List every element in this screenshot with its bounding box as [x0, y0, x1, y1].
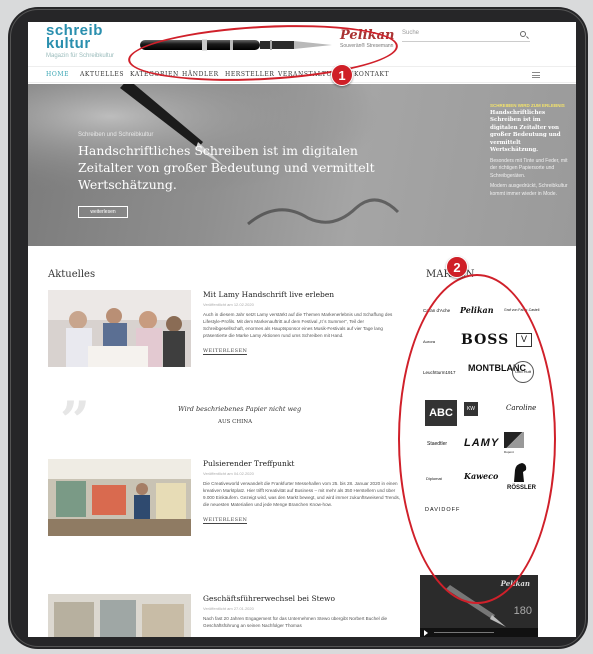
logo-tagline: Magazin für Schreibkultur [46, 53, 115, 59]
hero-side-title: SCHREIBEN WIRD ZUM ERLEBNIS [490, 103, 565, 108]
brand-logo-boss[interactable]: BOSS [461, 332, 509, 348]
search-placeholder: Suche [402, 30, 420, 36]
brand-logo-lamy[interactable]: LAMY [464, 437, 499, 449]
brand-logo-pelikan[interactable]: Pelikan [460, 305, 494, 315]
hero-title: Handschriftliches Schreiben ist im digit… [78, 143, 375, 192]
brand-logo-staedtler[interactable]: Staedtler [427, 441, 447, 447]
pelikan-brand-sub: Souverän® Stresemann [340, 43, 394, 49]
brand-logo-aurora[interactable]: Aurora [423, 339, 435, 344]
hero-side-text: Besonders mit Tinte und Feder, mit der r… [490, 157, 568, 179]
brand-logo-visconti-icon[interactable]: V [516, 333, 532, 347]
brand-logo-dupont[interactable]: Dupont [504, 450, 514, 454]
quote-source: AUS CHINA [218, 419, 253, 425]
annotation-badge-2: 2 [446, 256, 468, 278]
brand-logo-carandache[interactable]: Caran d'Ache [423, 308, 450, 313]
article-thumbnail[interactable] [48, 459, 191, 536]
article-date: Veröffentlicht am 12.02.2020 [203, 302, 254, 307]
article-thumbnail[interactable] [48, 594, 191, 637]
brand-logo-caroline[interactable]: Caroline [506, 404, 536, 412]
brand-logo-otto-hutt[interactable]: Otto Hutt [512, 361, 534, 383]
news-section-title: Aktuelles [48, 269, 96, 280]
brand-logo-kw[interactable]: KW [464, 402, 478, 416]
article-body: Geschäftsführerwechsel bei Stewo Veröffe… [203, 594, 403, 629]
pelikan-brand-logo[interactable]: Pelikan Souverän® Stresemann [340, 28, 394, 49]
article-title[interactable]: Geschäftsführerwechsel bei Stewo [203, 594, 403, 603]
fountain-pen-banner-image[interactable] [140, 36, 340, 54]
article-excerpt: Auch in diesem Jahr setzt Lamy verstärkt… [203, 312, 393, 338]
article-title[interactable]: Pulsierender Treffpunkt [203, 459, 403, 468]
main-navigation: HOME AKTUELLES KATEGORIEN HÄNDLER HERSTE… [28, 66, 576, 83]
site-logo[interactable]: schreib kultur Magazin für Schreibkultur [46, 23, 115, 63]
read-more-link[interactable]: WEITERLESEN [203, 517, 248, 524]
article-title[interactable]: Mit Lamy Handschrift live erleben [203, 290, 403, 299]
video-overlay-number: 180 [513, 605, 532, 617]
quote-block: ” Wird beschriebenes Papier nicht weg AU… [48, 391, 388, 452]
article-date: Veröffentlicht am 04.02.2020 [203, 471, 254, 476]
search-input[interactable]: Suche [402, 30, 530, 42]
video-brand: Pelikan [500, 579, 530, 588]
article-body: Mit Lamy Handschrift live erleben Veröff… [203, 290, 403, 357]
article-date: Veröffentlicht am 27.01.2020 [203, 606, 254, 611]
video-progress-track[interactable] [434, 632, 494, 633]
nav-item-home[interactable]: HOME [46, 71, 69, 78]
brand-logo-kaweco[interactable]: Kaweco [464, 471, 498, 481]
horse-logo-icon[interactable] [510, 462, 528, 482]
site-header: schreib kultur Magazin für Schreibkultur… [28, 22, 576, 66]
hero-banner: Schreiben und Schreibkultur Handschriftl… [28, 84, 576, 246]
pelikan-brand-name: Pelikan [340, 28, 395, 43]
brand-logo-roessler[interactable]: RÖSSLER [507, 485, 536, 491]
article-excerpt: Die Creativeworld verwandelt die Frankfu… [203, 481, 401, 507]
article-excerpt: Nach fast 20 Jahren Engagement für das U… [203, 616, 388, 628]
nav-item-haendler[interactable]: HÄNDLER [182, 71, 219, 78]
read-more-link[interactable]: WEITERLESEN [203, 348, 248, 355]
hamburger-menu-icon[interactable] [532, 72, 540, 78]
article-thumbnail[interactable] [48, 290, 191, 367]
brand-logo-faber-castell[interactable]: Graf von Faber-Castell [504, 308, 539, 312]
annotation-badge-1: 1 [331, 64, 353, 86]
hero-eyebrow: Schreiben und Schreibkultur [78, 132, 154, 138]
hero-read-more-button[interactable]: weiterlesen [78, 206, 128, 218]
video-player[interactable]: Pelikan 180 [420, 575, 538, 637]
nav-item-hersteller[interactable]: HERSTELLER [225, 71, 275, 78]
brand-logo-abc[interactable]: ABC [425, 400, 457, 426]
quote-text: Wird beschriebenes Papier nicht weg [178, 405, 302, 413]
article-body: Pulsierender Treffpunkt Veröffentlicht a… [203, 459, 403, 526]
nav-item-aktuelles[interactable]: AKTUELLES [80, 71, 124, 78]
play-icon[interactable] [424, 630, 428, 636]
nav-item-kontakt[interactable]: KONTAKT [354, 71, 389, 78]
nav-item-kategorien[interactable]: KATEGORIEN [130, 71, 179, 78]
browser-viewport: schreib kultur Magazin für Schreibkultur… [28, 22, 576, 637]
quote-mark-icon: ” [60, 391, 90, 452]
search-icon[interactable] [520, 31, 526, 37]
video-controls [420, 628, 538, 637]
brand-logo-montblanc[interactable]: MONTBLANC [468, 364, 526, 373]
brand-logo-leuchtturm[interactable]: Leuchtturm1917 [423, 370, 456, 375]
hero-side-text: Modern ausgedrückt, Schreibkultur kommt … [490, 183, 568, 197]
brand-logo-davidoff[interactable]: DAVIDOFF [425, 507, 460, 513]
brand-logo-diplomat[interactable]: Diplomat [426, 476, 442, 481]
hero-side-panel: SCHREIBEN WIRD ZUM ERLEBNIS Handschriftl… [490, 102, 570, 201]
hero-side-lead: Handschriftliches Schreiben ist im digit… [490, 109, 561, 154]
brand-logo-dupont-icon[interactable] [504, 432, 524, 448]
